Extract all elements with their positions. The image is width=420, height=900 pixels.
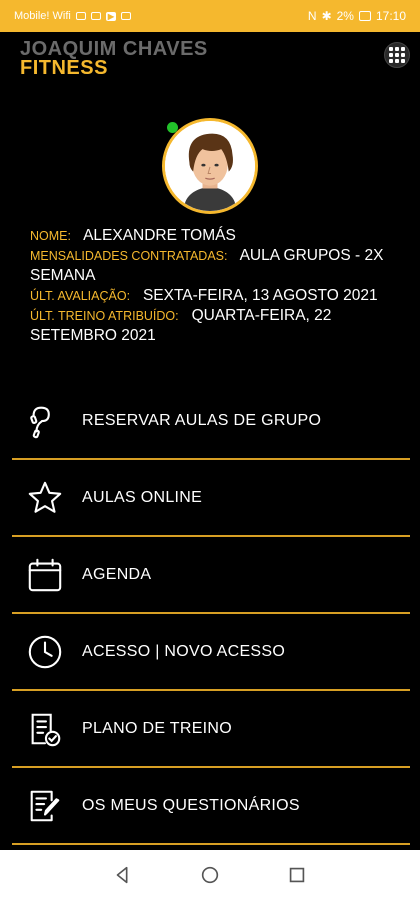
training-row: ÚLT. TREINO ATRIBUÍDO: QUARTA-FEIRA, 22 … — [30, 306, 390, 346]
plan-row: MENSALIDADES CONTRATADAS: AULA GRUPOS - … — [30, 246, 390, 286]
app-header: JOAQUIM CHAVES FITNESS — [0, 32, 420, 86]
battery-text: 2% — [336, 9, 354, 23]
back-icon[interactable] — [112, 864, 134, 886]
menu-item-training-plan[interactable]: PLANO DE TREINO — [12, 691, 410, 768]
wifi-icon — [90, 12, 101, 20]
youtube-icon: ▶ — [105, 11, 116, 21]
evaluation-label: ÚLT. AVALIAÇÃO: — [30, 289, 131, 303]
menu-item-label: ACESSO | NOVO ACESSO — [82, 642, 286, 660]
menu-item-label: AGENDA — [82, 565, 152, 583]
recents-icon[interactable] — [286, 864, 308, 886]
evaluation-value: SEXTA-FEIRA, 13 AGOSTO 2021 — [142, 287, 378, 304]
menu-item-label: RESERVAR AULAS DE GRUPO — [82, 411, 322, 429]
system-nav-bar — [0, 850, 420, 900]
notification-icon — [121, 12, 131, 20]
status-bar: Mobile! Wifi ▶ N ✱ 2% 17:10 — [0, 0, 420, 32]
signal-icon — [75, 12, 86, 20]
battery-icon — [358, 11, 371, 21]
checklist-icon — [25, 709, 65, 749]
calendar-icon — [25, 555, 65, 595]
main-menu: RESERVAR AULAS DE GRUPO AULAS ONLINE AGE… — [12, 383, 410, 845]
plan-label: MENSALIDADES CONTRATADAS: — [30, 249, 228, 263]
grid-menu-icon — [389, 47, 393, 51]
grid-menu-button[interactable] — [384, 42, 410, 68]
carrier-text: Mobile! Wifi — [14, 10, 71, 22]
menu-item-questionnaires[interactable]: OS MEUS QUESTIONÁRIOS — [12, 768, 410, 845]
name-label: NOME: — [30, 229, 71, 243]
menu-item-label: AULAS ONLINE — [82, 488, 203, 506]
menu-item-group-classes[interactable]: RESERVAR AULAS DE GRUPO — [12, 383, 410, 460]
nfc-icon: N — [307, 9, 317, 23]
avatar[interactable] — [162, 118, 258, 214]
brand-subtitle: FITNESS — [20, 57, 108, 79]
clock-text: 17:10 — [375, 9, 406, 23]
status-right: N ✱ 2% 17:10 — [308, 9, 406, 23]
training-label: ÚLT. TREINO ATRIBUÍDO: — [30, 309, 179, 323]
clock-icon — [25, 632, 65, 672]
online-status-dot — [167, 122, 178, 133]
menu-item-access[interactable]: ACESSO | NOVO ACESSO — [12, 614, 410, 691]
menu-item-label: OS MEUS QUESTIONÁRIOS — [82, 796, 300, 814]
jump-rope-icon — [25, 401, 65, 441]
profile-info: NOME: ALEXANDRE TOMÁS MENSALIDADES CONTR… — [30, 226, 390, 346]
menu-item-agenda[interactable]: AGENDA — [12, 537, 410, 614]
home-icon[interactable] — [199, 864, 221, 886]
avatar-illustration — [165, 121, 255, 211]
name-value: ALEXANDRE TOMÁS — [83, 227, 236, 244]
menu-item-online-classes[interactable]: AULAS ONLINE — [12, 460, 410, 537]
profile-avatar-wrap — [162, 118, 258, 214]
name-row: NOME: ALEXANDRE TOMÁS — [30, 226, 390, 246]
bluetooth-icon: ✱ — [321, 9, 332, 23]
evaluation-row: ÚLT. AVALIAÇÃO: SEXTA-FEIRA, 13 AGOSTO 2… — [30, 286, 390, 306]
status-left: Mobile! Wifi ▶ — [14, 10, 131, 22]
star-icon — [25, 478, 65, 518]
form-edit-icon — [25, 786, 65, 826]
menu-item-label: PLANO DE TREINO — [82, 719, 233, 737]
